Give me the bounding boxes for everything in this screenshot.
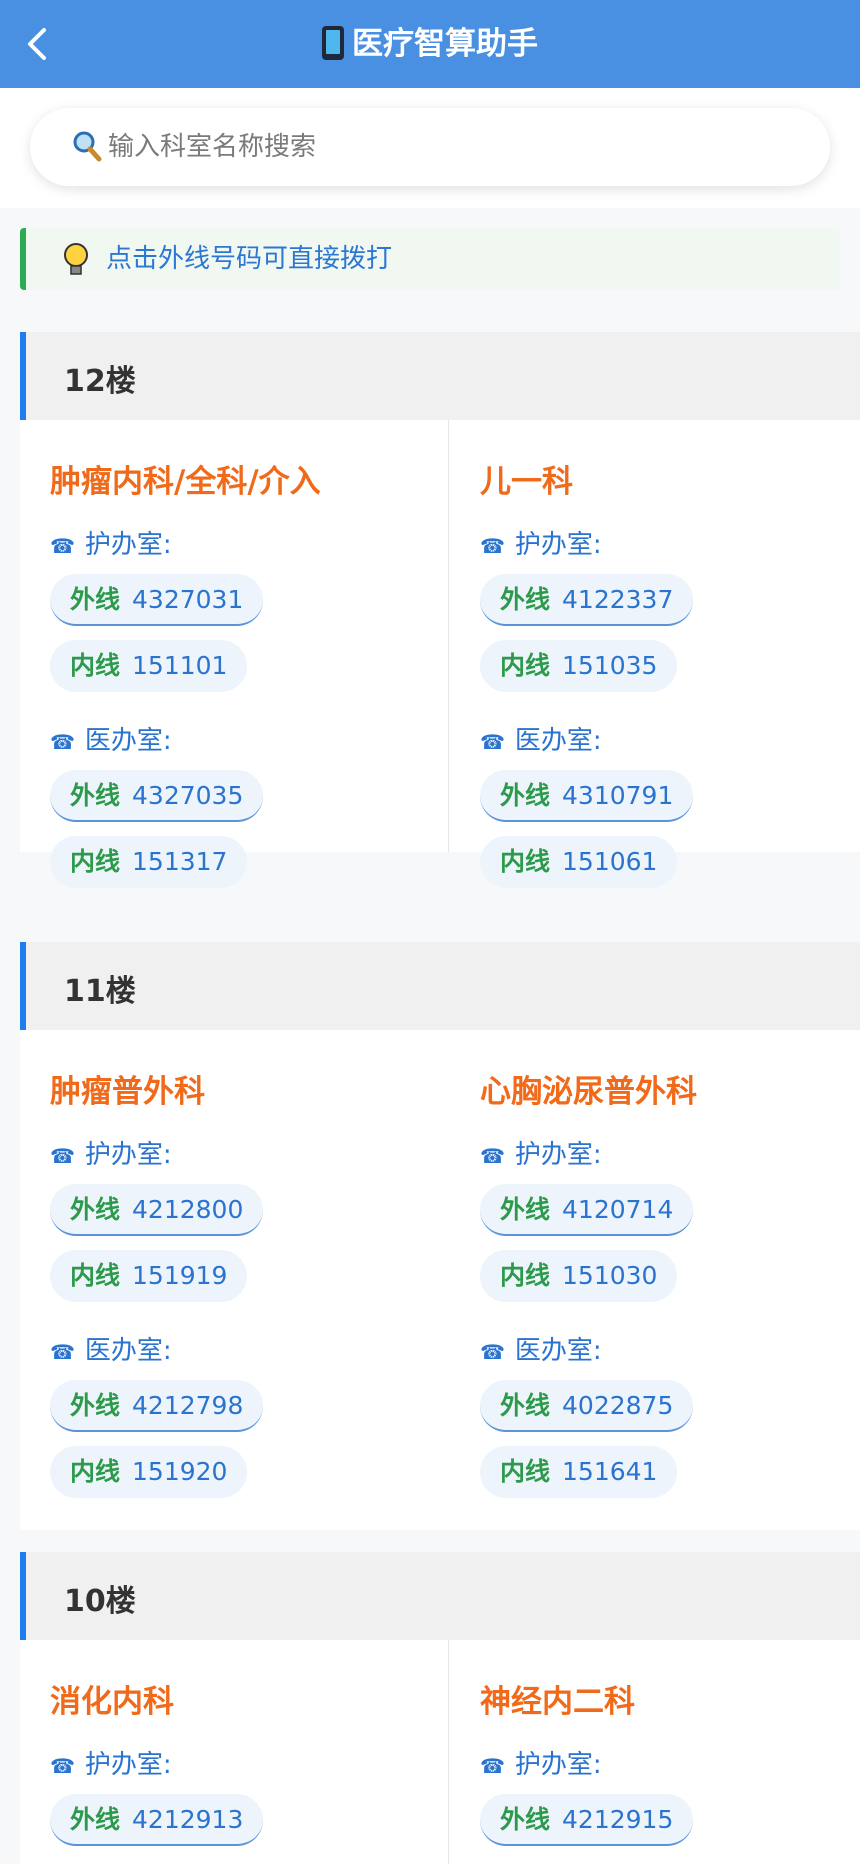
- floor-title: 11楼: [64, 974, 136, 1009]
- nurse-office-label: ☎ 护办室:: [50, 1750, 172, 1780]
- telephone-icon: ☎: [480, 1340, 505, 1364]
- search-box[interactable]: [30, 108, 830, 186]
- floor-header: 10楼: [20, 1552, 860, 1640]
- column-divider: [448, 1640, 449, 1864]
- doctor-external-line[interactable]: 外线 4022875: [480, 1380, 694, 1432]
- doctor-office-label: ☎ 医办室:: [480, 1336, 602, 1366]
- lightbulb-icon: [64, 243, 88, 275]
- doctor-office-label: ☎ 医办室:: [480, 726, 602, 756]
- doctor-office-label: ☎ 医办室:: [50, 726, 172, 756]
- nurse-external-line[interactable]: 外线 4212915: [480, 1794, 694, 1846]
- floor-title: 10楼: [64, 1584, 136, 1619]
- doctor-internal-line: 内线 151641: [480, 1446, 678, 1498]
- search-area: [0, 88, 860, 208]
- telephone-icon: ☎: [50, 1754, 75, 1778]
- doctor-external-line[interactable]: 外线 4310791: [480, 770, 694, 822]
- search-icon: [73, 131, 102, 162]
- telephone-icon: ☎: [50, 730, 75, 754]
- nurse-internal-line: 内线 151035: [480, 640, 678, 692]
- nurse-external-line[interactable]: 外线 4212913: [50, 1794, 264, 1846]
- dept-name: 儿一科: [480, 464, 573, 500]
- doctor-internal-line: 内线 151317: [50, 836, 248, 888]
- column-divider: [448, 420, 449, 852]
- doctor-internal-line: 内线 151061: [480, 836, 678, 888]
- floor-header: 11楼: [20, 942, 860, 1030]
- doctor-external-line[interactable]: 外线 4212798: [50, 1380, 264, 1432]
- dept-name: 心胸泌尿普外科: [480, 1074, 697, 1110]
- nurse-office-label: ☎ 护办室:: [50, 530, 172, 560]
- mobile-phone-icon: [322, 26, 344, 60]
- dept-name: 肿瘤普外科: [50, 1074, 205, 1110]
- nurse-external-line[interactable]: 外线 4122337: [480, 574, 694, 626]
- nurse-office-label: ☎ 护办室:: [480, 1750, 602, 1780]
- app-header: 医疗智算助手: [0, 0, 860, 88]
- dept-name: 肿瘤内科/全科/介入: [50, 464, 321, 500]
- doctor-internal-line: 内线 151920: [50, 1446, 248, 1498]
- nurse-external-line[interactable]: 外线 4212800: [50, 1184, 264, 1236]
- floor-header: 12楼: [20, 332, 860, 420]
- telephone-icon: ☎: [50, 1340, 75, 1364]
- nurse-office-label: ☎ 护办室:: [480, 530, 602, 560]
- nurse-external-line[interactable]: 外线 4327031: [50, 574, 264, 626]
- telephone-icon: ☎: [480, 1144, 505, 1168]
- dept-name: 神经内二科: [480, 1684, 635, 1720]
- doctor-external-line[interactable]: 外线 4327035: [50, 770, 264, 822]
- tip-text: 点击外线号码可直接拨打: [106, 244, 393, 274]
- dept-name: 消化内科: [50, 1684, 174, 1720]
- tip-banner: 点击外线号码可直接拨打: [20, 228, 840, 290]
- telephone-icon: ☎: [50, 1144, 75, 1168]
- doctor-office-label: ☎ 医办室:: [50, 1336, 172, 1366]
- telephone-icon: ☎: [50, 534, 75, 558]
- floor-body: 消化内科 ☎ 护办室: 外线 4212913 神经内二科 ☎ 护办室: 外线 42129…: [20, 1640, 860, 1864]
- telephone-icon: ☎: [480, 730, 505, 754]
- nurse-internal-line: 内线 151030: [480, 1250, 678, 1302]
- floor-title: 12楼: [64, 364, 136, 399]
- nurse-external-line[interactable]: 外线 4120714: [480, 1184, 694, 1236]
- search-input[interactable]: [108, 122, 788, 172]
- nurse-internal-line: 内线 151919: [50, 1250, 248, 1302]
- floor-body: 肿瘤普外科 ☎ 护办室: 外线 4212800 内线 151919 ☎ 医办室: 外线 4…: [20, 1030, 860, 1530]
- nurse-office-label: ☎ 护办室:: [50, 1140, 172, 1170]
- page-title: 医疗智算助手: [0, 0, 860, 88]
- floor-body: 肿瘤内科/全科/介入 ☎ 护办室: 外线 4327031 内线 151101 ☎ 医办室…: [20, 420, 860, 888]
- nurse-office-label: ☎ 护办室:: [480, 1140, 602, 1170]
- nurse-internal-line: 内线 151101: [50, 640, 248, 692]
- page-title-text: 医疗智算助手: [352, 26, 538, 62]
- telephone-icon: ☎: [480, 1754, 505, 1778]
- telephone-icon: ☎: [480, 534, 505, 558]
